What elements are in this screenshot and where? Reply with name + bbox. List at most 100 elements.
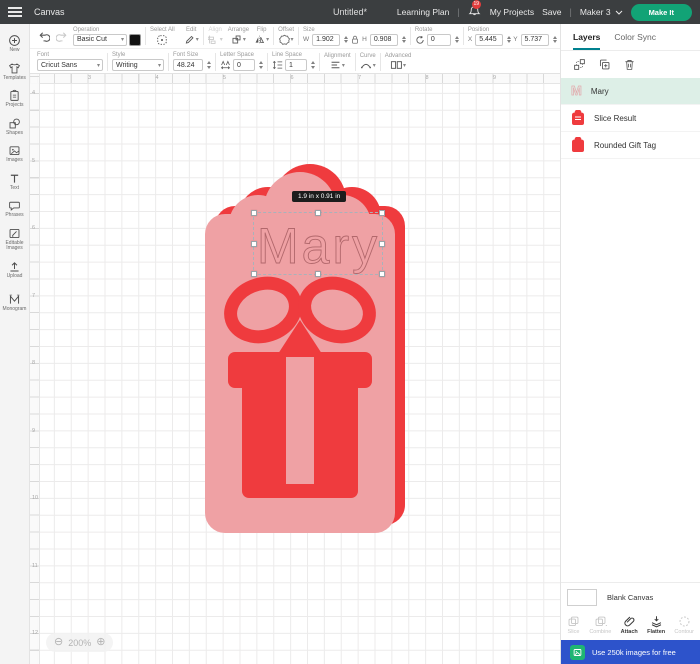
selection-handle[interactable] <box>379 241 385 247</box>
arrange-icon <box>231 34 242 45</box>
sidebar-item-new[interactable]: New <box>0 30 30 58</box>
monogram-icon <box>8 293 21 306</box>
zoom-in-button[interactable]: ⊕ <box>96 637 105 648</box>
text-icon <box>8 172 21 185</box>
contour-button[interactable]: Contour <box>674 615 694 635</box>
selection-handle[interactable] <box>251 271 257 277</box>
save-button[interactable]: Save <box>542 7 561 17</box>
position-x-stepper[interactable] <box>507 36 511 44</box>
zoom-control: ⊖ 200% ⊕ <box>46 633 113 652</box>
height-input[interactable]: 0.908 <box>370 34 398 46</box>
flatten-button[interactable]: Flatten <box>647 615 665 635</box>
offset-tool[interactable]: Offset ▾ <box>278 27 294 45</box>
project-title[interactable]: Untitled* <box>333 7 367 17</box>
selection-handle[interactable] <box>379 271 385 277</box>
layer-row-mary[interactable]: M Mary <box>561 78 700 105</box>
operation-select[interactable]: Basic Cut▾ <box>73 34 127 46</box>
redo-icon[interactable] <box>56 30 69 42</box>
hamburger-menu-icon[interactable] <box>0 0 30 24</box>
width-input[interactable]: 1.902 <box>312 34 340 46</box>
arrange-tool[interactable]: Arrange ▾ <box>228 27 249 45</box>
rotate-icon <box>415 35 425 45</box>
duplicate-icon[interactable] <box>598 58 611 71</box>
attach-button[interactable]: Attach <box>621 615 638 635</box>
align-tool[interactable]: Align ▾ <box>208 27 223 45</box>
design-canvas[interactable]: 3456789 456789101112 <box>30 74 560 664</box>
font-size-input[interactable]: 48.24 <box>173 59 203 71</box>
clipboard-icon <box>8 89 21 102</box>
sidebar-item-phrases[interactable]: Phrases <box>0 195 30 223</box>
images-promo-banner[interactable]: Use 250k images for free <box>561 640 700 664</box>
selection-handle[interactable] <box>315 210 321 216</box>
slice-button[interactable]: Slice <box>567 615 580 635</box>
selection-handle[interactable] <box>251 241 257 247</box>
notifications-button[interactable]: 19 <box>468 4 482 20</box>
divider: | <box>570 7 572 17</box>
selection-handle[interactable] <box>379 210 385 216</box>
letter-space-input[interactable]: 0 <box>233 59 255 71</box>
layer-row-slice-result[interactable]: Slice Result <box>561 105 700 132</box>
notification-badge: 19 <box>472 0 481 9</box>
alignment-tool[interactable]: Alignment ▾ <box>324 53 351 70</box>
nav-canvas[interactable]: Canvas <box>34 7 65 17</box>
pencil-icon <box>184 34 195 45</box>
select-all-tool[interactable]: Select All <box>150 27 175 46</box>
layer-thumb-text: M <box>571 83 582 99</box>
delete-icon[interactable] <box>623 58 636 71</box>
layer-row-rounded-gift-tag[interactable]: Rounded Gift Tag <box>561 132 700 159</box>
sidebar-item-projects[interactable]: Projects <box>0 85 30 113</box>
rotate-input[interactable]: 0 <box>427 34 451 46</box>
letter-space-icon <box>220 60 231 70</box>
edit-tool[interactable]: Edit ▾ <box>184 27 199 45</box>
sidebar-item-monogram[interactable]: Monogram <box>0 289 30 317</box>
new-icon <box>8 34 21 47</box>
canvas-settings-block: Blank Canvas Slice Combine Attach Flatt <box>561 582 700 640</box>
advanced-tool[interactable]: Advanced ▾ <box>385 53 412 70</box>
sidebar-item-editable-images[interactable]: Editable Images <box>0 223 30 256</box>
tab-layers[interactable]: Layers <box>573 32 600 50</box>
my-projects-link[interactable]: My Projects <box>490 7 534 17</box>
blank-canvas-swatch[interactable] <box>567 589 597 606</box>
flip-tool[interactable]: Flip ▾ <box>254 27 269 45</box>
lock-icon[interactable] <box>350 34 360 45</box>
line-space-input[interactable]: 1 <box>285 59 307 71</box>
chevron-down-icon <box>615 10 623 15</box>
sidebar-item-text[interactable]: Text <box>0 168 30 196</box>
edit-toolbar: Operation Basic Cut▾ Select All Edit ▾ <box>30 24 560 74</box>
curve-icon <box>360 60 372 70</box>
letter-space-group: Letter Space 0 <box>220 52 263 71</box>
style-select[interactable]: Writing▾ <box>112 59 164 71</box>
learning-plan-link[interactable]: Learning Plan <box>397 7 449 17</box>
font-size-stepper[interactable] <box>207 61 211 69</box>
sidebar-item-templates[interactable]: Templates <box>0 58 30 86</box>
sidebar-item-images[interactable]: Images <box>0 140 30 168</box>
selection-box[interactable] <box>253 212 383 275</box>
line-space-stepper[interactable] <box>311 61 315 69</box>
selection-size-tooltip: 1.9 in x 0.91 in <box>292 191 346 202</box>
height-stepper[interactable] <box>402 36 406 44</box>
width-stepper[interactable] <box>344 36 348 44</box>
slice-icon <box>567 615 580 628</box>
machine-selector[interactable]: Maker 3 <box>580 7 623 17</box>
flatten-icon <box>650 615 663 628</box>
letter-space-stepper[interactable] <box>259 61 263 69</box>
position-x-input[interactable]: 5.445 <box>475 34 503 46</box>
combine-button[interactable]: Combine <box>589 615 611 635</box>
combine-icon <box>594 615 607 628</box>
color-swatch[interactable] <box>129 34 141 46</box>
position-y-input[interactable]: 5.737 <box>521 34 549 46</box>
align-icon <box>208 34 219 45</box>
make-it-button[interactable]: Make It <box>631 4 692 21</box>
rotate-stepper[interactable] <box>455 36 459 44</box>
curve-tool[interactable]: Curve ▾ <box>360 53 376 70</box>
tab-color-sync[interactable]: Color Sync <box>614 32 656 50</box>
selection-handle[interactable] <box>315 271 321 277</box>
sidebar-item-shapes[interactable]: Shapes <box>0 113 30 141</box>
undo-icon[interactable] <box>37 30 50 42</box>
selection-handle[interactable] <box>251 210 257 216</box>
zoom-out-button[interactable]: ⊖ <box>54 637 63 648</box>
sidebar-item-upload[interactable]: Upload <box>0 256 30 284</box>
font-select[interactable]: Cricut Sans▾ <box>37 59 103 71</box>
group-icon[interactable] <box>573 58 586 71</box>
position-y-stepper[interactable] <box>553 36 557 44</box>
